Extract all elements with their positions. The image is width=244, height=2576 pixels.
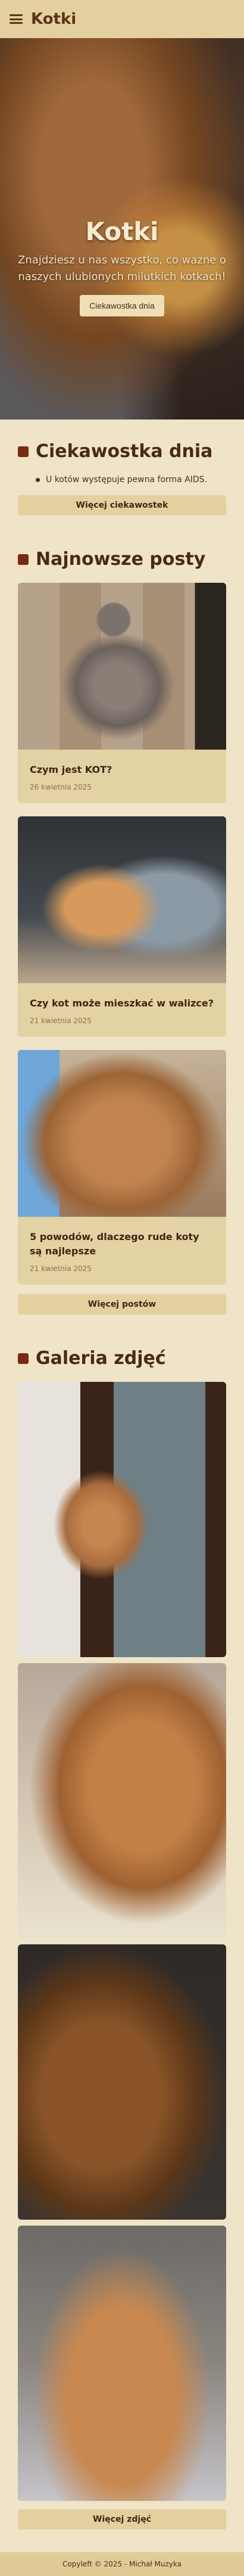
posts-section-title: Najnowsze posty — [18, 549, 226, 570]
post-date: 21 kwietnia 2025 — [30, 1017, 92, 1025]
more-photos-button[interactable]: Więcej zdjęć — [18, 2509, 226, 2530]
fact-item: U kotów występuje pewna forma AIDS. — [18, 475, 226, 484]
post-date: 26 kwietnia 2025 — [30, 783, 92, 791]
post-title[interactable]: Czy kot może mieszkać w walizce? — [30, 996, 214, 1011]
section-marker-icon — [18, 446, 29, 457]
post-image[interactable] — [18, 583, 226, 750]
post-card[interactable]: Czy kot może mieszkać w walizce? 21 kwie… — [18, 816, 226, 1037]
hero-banner: Kotki Znajdziesz u nas wszystko, co ważn… — [0, 38, 244, 420]
posts-section-title-text: Najnowsze posty — [36, 549, 206, 570]
post-image[interactable] — [18, 816, 226, 983]
gallery-photo[interactable] — [18, 1382, 226, 1657]
footer-text: Copyleft © 2025 - Michał Muzyka — [62, 2560, 182, 2568]
footer: Copyleft © 2025 - Michał Muzyka — [0, 2552, 244, 2576]
more-posts-button[interactable]: Więcej postów — [18, 1294, 226, 1315]
bullet-icon — [36, 477, 40, 482]
section-marker-icon — [18, 554, 29, 565]
gallery-section-title: Galeria zdjęć — [18, 1348, 226, 1369]
hero-subtitle: Znajdziesz u nas wszystko, co ważne o na… — [18, 254, 226, 283]
post-card[interactable]: 5 powodów, dlaczego rude koty są najleps… — [18, 1050, 226, 1285]
gallery-section-title-text: Galeria zdjęć — [36, 1348, 166, 1369]
gallery-photo[interactable] — [18, 1944, 226, 2220]
post-image[interactable] — [18, 1050, 226, 1217]
hamburger-menu-icon[interactable] — [10, 14, 23, 24]
fact-of-day-button[interactable]: Ciekawostka dnia — [80, 295, 164, 316]
posts-section: Najnowsze posty Czym jest KOT? 26 kwietn… — [0, 515, 244, 1315]
gallery-section: Galeria zdjęć Więcej zdjęć — [0, 1315, 244, 2552]
post-title[interactable]: 5 powodów, dlaczego rude koty są najleps… — [30, 1230, 214, 1259]
hero-title: Kotki — [85, 217, 159, 246]
gallery-grid — [18, 1382, 226, 2501]
post-title[interactable]: Czym jest KOT? — [30, 763, 214, 777]
fact-text: U kotów występuje pewna forma AIDS. — [46, 475, 208, 484]
hero-content: Kotki Znajdziesz u nas wszystko, co ważn… — [0, 217, 244, 316]
post-card[interactable]: Czym jest KOT? 26 kwietnia 2025 — [18, 583, 226, 803]
fact-section-title-text: Ciekawostka dnia — [36, 441, 213, 462]
top-navbar: Kotki — [0, 0, 244, 38]
gallery-photo[interactable] — [18, 2226, 226, 2501]
more-facts-button[interactable]: Więcej ciekawostek — [18, 495, 226, 515]
post-date: 21 kwietnia 2025 — [30, 1264, 92, 1273]
section-marker-icon — [18, 1353, 29, 1364]
gallery-photo[interactable] — [18, 1663, 226, 1938]
fact-section: Ciekawostka dnia U kotów występuje pewna… — [0, 420, 244, 515]
fact-section-title: Ciekawostka dnia — [18, 441, 226, 462]
site-title[interactable]: Kotki — [31, 10, 76, 28]
